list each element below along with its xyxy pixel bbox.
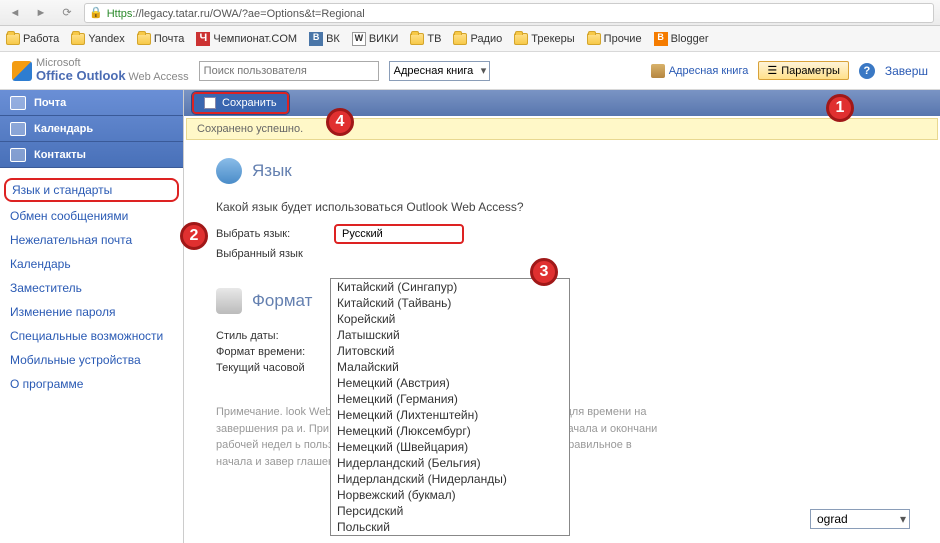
lock-icon: 🔒	[89, 6, 103, 19]
bookmark-item[interactable]: ЧЧемпионат.COM	[196, 32, 297, 46]
site-icon: B	[309, 32, 323, 46]
dropdown-item[interactable]: Немецкий (Люксембург)	[331, 423, 569, 439]
status-bar: Сохранено успешно.	[186, 118, 938, 140]
options-list: Язык и стандарты Обмен сообщениями Нежел…	[0, 168, 183, 404]
globe-icon	[216, 158, 242, 184]
bookmark-item[interactable]: Трекеры	[514, 33, 574, 45]
save-icon	[204, 97, 216, 109]
site-icon: B	[654, 32, 668, 46]
option-junk[interactable]: Нежелательная почта	[0, 228, 183, 252]
annotation-badge-1: 1	[826, 94, 854, 122]
bookmark-item[interactable]: Прочие	[587, 33, 642, 45]
folder-icon	[6, 33, 20, 45]
dropdown-item[interactable]: Персидский	[331, 503, 569, 519]
dropdown-item[interactable]: Польский	[331, 519, 569, 535]
address-book-select[interactable]: Адресная книга	[389, 61, 491, 81]
calendar-icon	[10, 122, 26, 136]
timezone-select[interactable]: ograd	[810, 509, 910, 529]
section-title: Язык	[252, 161, 292, 181]
nav-contacts[interactable]: Контакты	[0, 142, 183, 168]
nav-mail[interactable]: Почта	[0, 90, 183, 116]
app-header: MicrosoftOffice Outlook Web Access Адрес…	[0, 52, 940, 90]
logo-icon	[12, 61, 32, 81]
dropdown-item[interactable]: Литовский	[331, 343, 569, 359]
bookmark-item[interactable]: Почта	[137, 33, 185, 45]
select-language-label: Выбрать язык:	[216, 228, 326, 240]
option-accessibility[interactable]: Специальные возможности	[0, 324, 183, 348]
dropdown-item[interactable]: Немецкий (Швейцария)	[331, 439, 569, 455]
folder-icon	[137, 33, 151, 45]
option-messaging[interactable]: Обмен сообщениями	[0, 204, 183, 228]
dropdown-item[interactable]: Малайский	[331, 359, 569, 375]
params-button[interactable]: ☰Параметры	[758, 61, 849, 80]
url-bar[interactable]: 🔒 Https://legacy.tatar.ru/OWA/?ae=Option…	[84, 3, 934, 23]
folder-icon	[71, 33, 85, 45]
bookmark-item[interactable]: BВК	[309, 32, 340, 46]
dropdown-item[interactable]: Немецкий (Германия)	[331, 391, 569, 407]
nav-calendar[interactable]: Календарь	[0, 116, 183, 142]
annotation-badge-2: 2	[180, 222, 208, 250]
dropdown-item[interactable]: Нидерландский (Нидерланды)	[331, 471, 569, 487]
dropdown-item[interactable]: Немецкий (Австрия)	[331, 375, 569, 391]
folder-icon	[453, 33, 467, 45]
book-icon	[651, 64, 665, 78]
bookmark-item[interactable]: Радио	[453, 33, 502, 45]
selected-language-label: Выбранный язык	[216, 248, 326, 260]
folder-icon	[410, 33, 424, 45]
bookmarks-bar: Работа Yandex Почта ЧЧемпионат.COM BВК W…	[0, 26, 940, 52]
dropdown-item[interactable]: Немецкий (Лихтенштейн)	[331, 407, 569, 423]
dropdown-item[interactable]: Норвежский (букмал)	[331, 487, 569, 503]
language-prompt: Какой язык будет использоваться Outlook …	[216, 200, 908, 214]
bookmark-item[interactable]: ТВ	[410, 33, 441, 45]
forward-button[interactable]: ►	[32, 4, 50, 22]
time-format-label: Формат времени:	[216, 346, 326, 358]
option-deputy[interactable]: Заместитель	[0, 276, 183, 300]
annotation-badge-4: 4	[326, 108, 354, 136]
format-icon	[216, 288, 242, 314]
dropdown-item[interactable]: Китайский (Тайвань)	[331, 295, 569, 311]
mail-icon	[10, 96, 26, 110]
contacts-icon	[10, 148, 26, 162]
folder-icon	[514, 33, 528, 45]
date-style-label: Стиль даты:	[216, 330, 326, 342]
bookmark-item[interactable]: Yandex	[71, 33, 125, 45]
section-title: Формат	[252, 291, 312, 311]
annotation-badge-3: 3	[530, 258, 558, 286]
logo: MicrosoftOffice Outlook Web Access	[12, 58, 189, 83]
option-regional[interactable]: Язык и стандарты	[4, 178, 179, 202]
save-button[interactable]: Сохранить	[192, 92, 289, 114]
section-language: Язык	[216, 158, 908, 184]
option-mobile[interactable]: Мобильные устройства	[0, 348, 183, 372]
timezone-label: Текущий часовой	[216, 362, 326, 374]
site-icon: Ч	[196, 32, 210, 46]
back-button[interactable]: ◄	[6, 4, 24, 22]
bookmark-item[interactable]: Работа	[6, 33, 59, 45]
address-book-link[interactable]: Адресная книга	[651, 64, 749, 78]
site-icon: W	[352, 32, 366, 46]
bookmark-item[interactable]: WВИКИ	[352, 32, 399, 46]
logout-link[interactable]: Заверш	[885, 64, 928, 78]
browser-toolbar: ◄ ► ⟳ 🔒 Https://legacy.tatar.ru/OWA/?ae=…	[0, 0, 940, 26]
option-calendar[interactable]: Календарь	[0, 252, 183, 276]
option-password[interactable]: Изменение пароля	[0, 300, 183, 324]
language-dropdown[interactable]: Китайский (Сингапур) Китайский (Тайвань)…	[330, 278, 570, 536]
dropdown-item[interactable]: Португальский (Бразилия)	[331, 535, 569, 536]
dropdown-item[interactable]: Латышский	[331, 327, 569, 343]
url-text: Https://legacy.tatar.ru/OWA/?ae=Options&…	[107, 5, 365, 20]
help-icon[interactable]: ?	[859, 63, 875, 79]
folder-icon	[587, 33, 601, 45]
list-icon: ☰	[767, 64, 777, 77]
reload-button[interactable]: ⟳	[58, 4, 76, 22]
bookmark-item[interactable]: BBlogger	[654, 32, 709, 46]
option-about[interactable]: О программе	[0, 372, 183, 396]
language-select[interactable]: Русский	[334, 224, 464, 244]
dropdown-item[interactable]: Нидерландский (Бельгия)	[331, 455, 569, 471]
sidebar: Почта Календарь Контакты Язык и стандарт…	[0, 90, 184, 543]
dropdown-item[interactable]: Корейский	[331, 311, 569, 327]
search-input[interactable]	[199, 61, 379, 81]
